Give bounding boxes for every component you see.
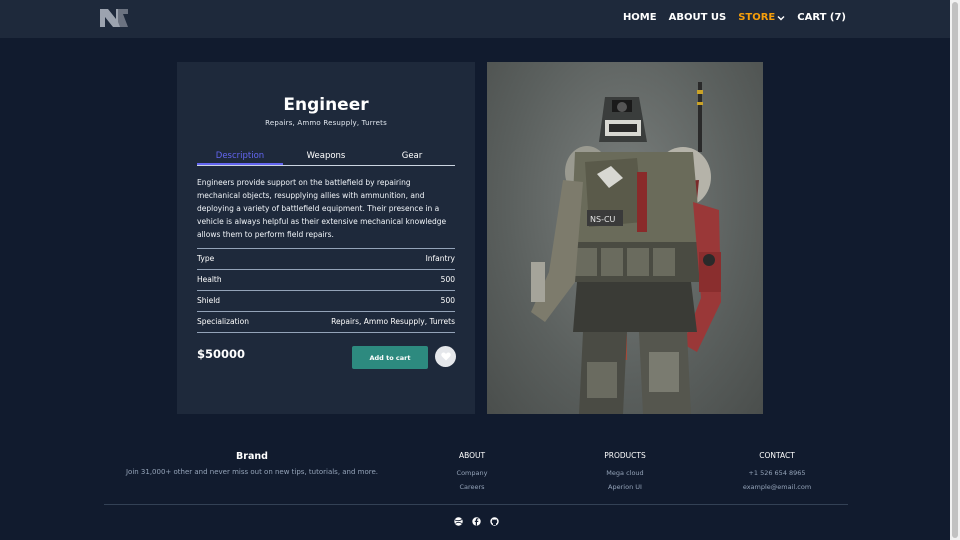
product-price: $50000 [197,347,246,361]
product-name: Engineer [283,95,369,115]
spec-label: Health [197,275,222,284]
social-links [454,517,499,526]
github-icon[interactable] [490,517,499,526]
nav-cart[interactable]: CART (7) [797,12,846,23]
footer-email[interactable]: example@email.com [722,480,832,494]
footer-divider [104,504,848,505]
footer-contact: CONTACT +1 526 654 8965 example@email.co… [722,451,832,494]
nav-about-us[interactable]: ABOUT US [669,12,727,23]
footer-contact-title: CONTACT [759,451,795,460]
spec-label: Type [197,254,215,263]
logo-icon[interactable] [99,8,129,28]
spec-row: Shield 500 [197,290,455,311]
heart-icon [440,352,451,361]
footer-about-title: ABOUT [458,451,486,460]
tab-description[interactable]: Description [197,147,283,165]
product-subtitle: Repairs, Ammo Resupply, Turrets [265,119,387,127]
favorite-button[interactable] [435,346,456,367]
main-nav: HOME ABOUT US STORE CART (7) [623,12,846,23]
robot-badge-text: NS-CU [590,215,616,224]
top-navbar: HOME ABOUT US STORE CART (7) [0,0,950,38]
spec-value: 500 [440,296,455,305]
footer-link-careers[interactable]: Careers [417,480,527,494]
footer-brand-title: Brand [236,451,268,462]
spec-label: Shield [197,296,221,305]
footer-link-company[interactable]: Company [417,466,527,480]
product-card: Engineer Repairs, Ammo Resupply, Turrets… [177,62,475,414]
spec-row: Health 500 [197,269,455,290]
nav-home[interactable]: HOME [623,12,657,23]
page-scrollbar[interactable] [950,0,960,540]
tab-weapons[interactable]: Weapons [283,147,369,165]
spec-row: Specialization Repairs, Ammo Resupply, Tu… [197,311,455,333]
spec-row: Type Infantry [197,248,455,269]
product-description: Engineers provide support on the battlef… [197,178,447,239]
robot-illustration: NS-CU [531,82,721,414]
chevron-down-icon [777,15,785,20]
facebook-icon[interactable] [472,517,481,526]
footer-link-mega-cloud[interactable]: Mega cloud [570,466,680,480]
product-tabs: Description Weapons Gear [197,147,455,166]
spec-value: 500 [440,275,455,284]
footer-about: ABOUT Company Careers [417,451,527,494]
product-image: NS-CU [487,62,763,414]
footer-products-title: PRODUCTS [604,451,646,460]
footer-brand: Brand Join 31,000+ other and never miss … [112,451,392,479]
scrollbar-thumb[interactable] [952,2,958,538]
footer-products: PRODUCTS Mega cloud Aperion UI [570,451,680,494]
nav-store[interactable]: STORE [738,12,785,23]
spec-value: Infantry [425,254,455,263]
add-to-cart-button[interactable]: Add to cart [352,346,428,369]
footer-brand-text: Join 31,000+ other and never miss out on… [125,468,379,476]
nav-store-label: STORE [738,12,776,23]
spec-table: Type Infantry Health 500 Shield 500 Special… [197,248,455,333]
footer-phone[interactable]: +1 526 654 8965 [722,466,832,480]
spec-value: Repairs, Ammo Resupply, Turrets [331,317,455,326]
footer-link-aperion-ui[interactable]: Aperion UI [570,480,680,494]
spec-label: Specialization [197,317,250,326]
tab-gear[interactable]: Gear [369,147,455,165]
dribbble-icon[interactable] [454,517,463,526]
